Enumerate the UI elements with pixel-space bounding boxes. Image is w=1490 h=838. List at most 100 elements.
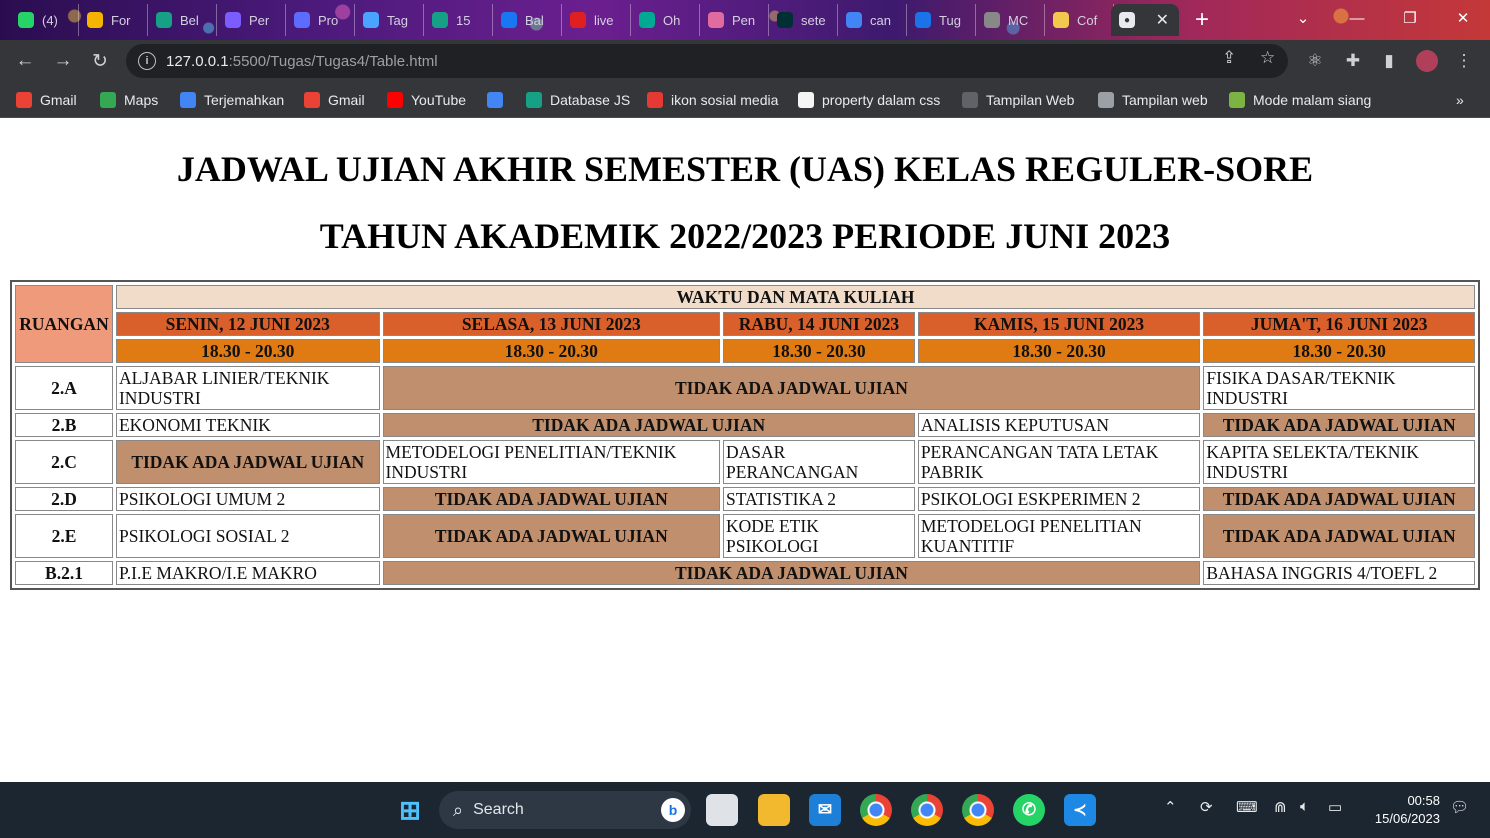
tab-10[interactable]: Pen [700, 4, 769, 36]
chrome-icon[interactable] [962, 794, 994, 826]
tab-label: Pro [318, 12, 339, 28]
bookmark-6[interactable]: Database JS [526, 89, 630, 111]
bookmark-7[interactable]: ikon sosial media [647, 89, 778, 111]
tab-14[interactable]: MC [976, 4, 1045, 36]
new-tab-button[interactable]: + [1186, 5, 1218, 35]
subject-cell: ALJABAR LINIER/TEKNIK INDUSTRI [115, 366, 380, 410]
vscode-icon[interactable]: ≺ [1064, 794, 1096, 826]
tab-13[interactable]: Tug [907, 4, 976, 36]
tab-4[interactable]: Pro [286, 4, 355, 36]
y-icon [570, 12, 586, 28]
classroom-icon [915, 12, 931, 28]
tab-11[interactable]: sete [769, 4, 838, 36]
close-window-button[interactable]: ✕ [1438, 0, 1488, 36]
side-panel-icon[interactable]: ▮ [1378, 50, 1400, 72]
restore-button[interactable]: ❐ [1385, 0, 1435, 36]
bookmark-1[interactable]: Maps [100, 89, 158, 111]
forward-button[interactable]: → [50, 48, 76, 74]
tab-label: Pen [732, 12, 756, 28]
show-hidden-icons-chevron-icon[interactable]: ⌃ [1164, 798, 1177, 816]
bookmark-0[interactable]: Gmail [16, 89, 77, 111]
maps-icon [100, 92, 116, 108]
day-header: RABU, 14 JUNI 2023 [723, 312, 915, 336]
clock[interactable]: 00:58 15/06/2023 [1360, 792, 1440, 828]
tab-7[interactable]: Bal [493, 4, 562, 36]
bookmark-5[interactable] [487, 89, 511, 111]
tab-5[interactable]: Tag [355, 4, 424, 36]
no-exam-cell: TIDAK ADA JADWAL UJIAN [115, 440, 380, 484]
keyboard-icon[interactable]: ⌨ [1236, 798, 1258, 816]
react-devtools-icon[interactable]: ⚛ [1304, 50, 1326, 72]
battery-icon[interactable]: ▭ [1328, 798, 1342, 816]
tab-label: Bal [525, 12, 544, 28]
tab-1[interactable]: For [79, 4, 148, 36]
time-header-row: 18.30 - 20.30 18.30 - 20.30 18.30 - 20.30 1… [15, 339, 1475, 363]
tab-12[interactable]: can [838, 4, 907, 36]
bookmark-label: YouTube [411, 92, 467, 108]
tab-2[interactable]: Bel [148, 4, 217, 36]
tab-0[interactable]: (4) [10, 4, 79, 36]
tab-15[interactable]: Cof [1045, 4, 1114, 36]
minimize-button[interactable]: — [1332, 0, 1382, 36]
no-exam-cell: TIDAK ADA JADWAL UJIAN [1203, 487, 1475, 511]
chrome-icon[interactable] [911, 794, 943, 826]
star-icon[interactable]: ☆ [1260, 48, 1275, 68]
more-bookmarks-icon[interactable]: » [1456, 89, 1464, 111]
menu-icon[interactable]: ⋮ [1453, 50, 1475, 72]
subject-cell: PSIKOLOGI SOSIAL 2 [115, 514, 380, 558]
globe-icon [984, 12, 1000, 28]
bookmark-2[interactable]: Terjemahkan [180, 89, 284, 111]
page-title: JADWAL UJIAN AKHIR SEMESTER (UAS) KELAS … [176, 149, 1314, 189]
reload-button[interactable]: ↻ [87, 48, 113, 74]
bookmark-11[interactable]: Mode malam siang [1229, 89, 1371, 111]
room-cell: 2.B [15, 413, 113, 437]
tab-3[interactable]: Per [217, 4, 286, 36]
task-view-icon[interactable] [706, 794, 738, 826]
chrome-icon[interactable] [860, 794, 892, 826]
mail-icon[interactable]: ✉ [809, 794, 841, 826]
tab-strip: (4) For Bel Per Pro Tag 15 Bal live Oh Pen sete can T… [0, 0, 1490, 40]
taskbar-search[interactable]: ⌕ Search b [439, 791, 691, 829]
windows-start-icon[interactable]: ⊞ [394, 794, 426, 826]
subject-cell: PERANCANGAN TATA LETAK PABRIK [917, 440, 1201, 484]
address-bar[interactable]: i 127.0.0.1:5500/Tugas/Tugas4/Table.html [126, 44, 1288, 78]
volume-icon[interactable]: 🔈︎ [1300, 798, 1309, 815]
bookmark-8[interactable]: property dalam css [798, 89, 940, 111]
tab-active[interactable]: ● ✕ [1111, 4, 1179, 36]
back-button[interactable]: ← [12, 48, 38, 74]
bookmark-4[interactable]: YouTube [387, 89, 466, 111]
subject-cell: PSIKOLOGI UMUM 2 [115, 487, 380, 511]
wifi-icon[interactable]: ⋒ [1274, 798, 1287, 816]
avatar[interactable] [1416, 50, 1438, 72]
extensions-icon[interactable]: ✚ [1342, 50, 1364, 72]
clock-date: 15/06/2023 [1374, 811, 1440, 826]
google-icon [487, 92, 503, 108]
subject-cell: P.I.E MAKRO/I.E MAKRO [115, 561, 380, 585]
share-icon[interactable]: ⇪ [1222, 48, 1236, 68]
tab-label: can [870, 12, 891, 28]
room-cell: 2.D [15, 487, 113, 511]
bookmark-label: Database JS [550, 92, 631, 108]
bookmark-10[interactable]: Tampilan web [1098, 89, 1208, 111]
tab-8[interactable]: live [562, 4, 631, 36]
file-explorer-icon[interactable] [758, 794, 790, 826]
gmail-icon [16, 92, 32, 108]
tab-6[interactable]: 15 [424, 4, 493, 36]
subject-cell: ANALISIS KEPUTUSAN [917, 413, 1201, 437]
tab-9[interactable]: Oh [631, 4, 700, 36]
bookmark-9[interactable]: Tampilan Web [962, 89, 1074, 111]
bookmark-3[interactable]: Gmail [304, 89, 365, 111]
whatsapp-icon[interactable]: ✆ [1013, 794, 1045, 826]
sync-icon[interactable]: ⟳ [1200, 798, 1213, 816]
close-icon[interactable]: ✕ [1156, 10, 1169, 30]
bookmark-label: Mode malam siang [1253, 92, 1372, 108]
tab-search-chevron-icon[interactable]: ⌄ [1278, 0, 1328, 36]
dt-icon [639, 12, 655, 28]
time-header: 18.30 - 20.30 [917, 339, 1201, 363]
table-row: B.2.1 P.I.E MAKRO/I.E MAKRO TIDAK ADA JADW… [15, 561, 1475, 585]
no-exam-cell: TIDAK ADA JADWAL UJIAN [1203, 413, 1475, 437]
pipe-icon [798, 92, 814, 108]
time-header: 18.30 - 20.30 [382, 339, 721, 363]
info-icon[interactable]: i [138, 52, 156, 70]
notification-icon[interactable]: 💬︎ [1450, 798, 1469, 816]
